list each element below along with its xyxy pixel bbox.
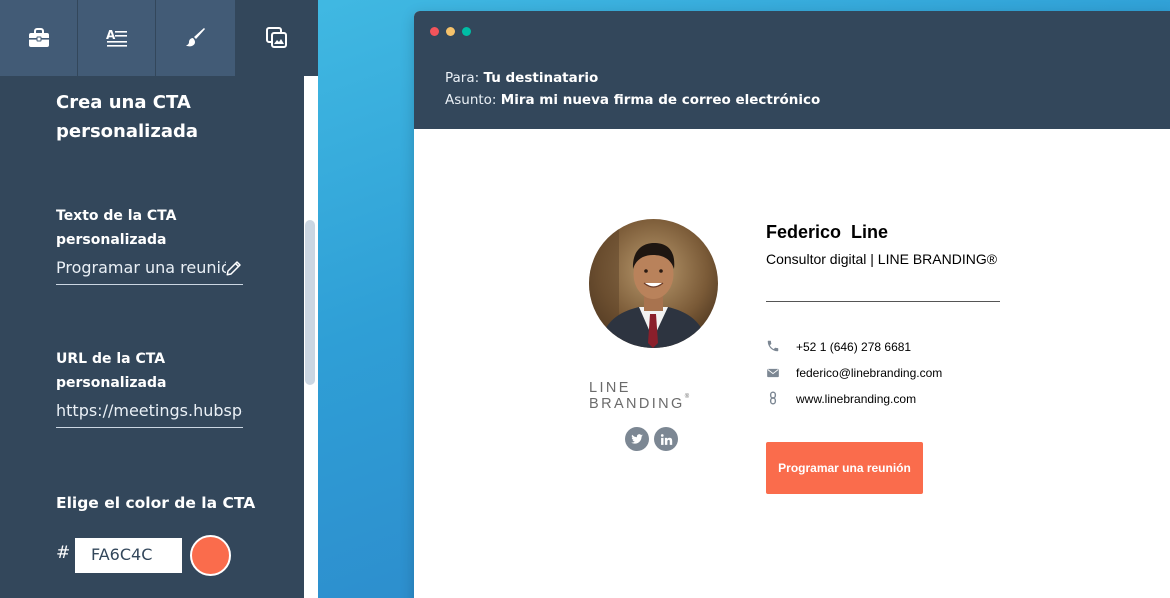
editor-toolbar: A (0, 0, 318, 76)
avatar (589, 219, 718, 348)
cta-text-label: Texto de la CTA personalizada (56, 208, 177, 248)
tab-text-format[interactable]: A (78, 0, 156, 76)
hash-symbol: # (56, 543, 71, 563)
twitter-link[interactable] (625, 427, 649, 451)
brand-logo: LINE BRANDING® (589, 380, 729, 412)
brand-logo-text: LINE BRANDING (589, 380, 685, 412)
twitter-icon (631, 434, 643, 444)
profile-photo (589, 219, 718, 348)
cta-color-label: Elige el color de la CTA (56, 494, 256, 512)
cta-text-input[interactable]: Programar una reunión (56, 253, 243, 285)
window-minimize-dot[interactable] (446, 27, 455, 36)
brand-logo-mark: ® (684, 394, 690, 400)
cta-color-swatch[interactable] (190, 535, 231, 576)
cta-color-hex-input[interactable]: FA6C4C (75, 538, 182, 573)
window-close-dot[interactable] (430, 27, 439, 36)
linkedin-link[interactable] (654, 427, 678, 451)
cta-url-value: https://meetings.hubspot (56, 401, 243, 420)
signature-role: Consultor digital | LINE BRANDING® (766, 251, 998, 267)
window-maximize-dot[interactable] (462, 27, 471, 36)
signature-website[interactable]: www.linebranding.com (796, 392, 916, 406)
recipient-line: Para: Tu destinatario (445, 70, 598, 86)
tab-cta[interactable] (236, 0, 318, 76)
cta-text-value: Programar una reunión (56, 258, 226, 277)
subject-line: Asunto: Mira mi nueva firma de correo el… (445, 92, 820, 108)
cta-url-label: URL de la CTA personalizada (56, 351, 167, 391)
signature-phone: +52 1 (646) 278 6681 (796, 340, 912, 354)
signature-email[interactable]: federico@linebranding.com (796, 366, 942, 380)
tab-design[interactable] (156, 0, 236, 76)
signature-name: Federico Line (766, 222, 888, 243)
linkedin-icon (660, 433, 672, 445)
copy-image-icon (266, 27, 287, 48)
cta-url-input[interactable]: https://meetings.hubspot (56, 396, 243, 428)
recipient-value: Tu destinatario (483, 70, 599, 86)
email-header: Para: Tu destinatario Asunto: Mira mi nu… (414, 11, 1170, 129)
brush-icon (185, 28, 205, 47)
section-title: Crea una CTA personalizada (56, 92, 199, 142)
subject-key: Asunto: (445, 92, 497, 108)
signature-divider (766, 301, 1000, 302)
signature-first-name: Federico (766, 222, 842, 242)
tab-briefcase[interactable] (0, 0, 78, 76)
phone-icon (767, 340, 779, 352)
svg-text:A: A (106, 28, 116, 42)
briefcase-icon (28, 28, 49, 47)
cta-button[interactable]: Programar una reunión (766, 442, 923, 494)
editor-panel: A Crea una CTA personalizada Texto de la… (0, 0, 318, 598)
signature-last-name: Line (851, 222, 889, 242)
pencil-icon[interactable] (225, 259, 243, 277)
text-format-icon: A (106, 28, 127, 47)
mail-icon (767, 368, 779, 378)
email-preview-window: Para: Tu destinatario Asunto: Mira mi nu… (414, 11, 1170, 598)
recipient-key: Para: (445, 70, 480, 86)
link-icon (769, 391, 777, 405)
subject-value: Mira mi nueva firma de correo electrónic… (500, 92, 821, 108)
scrollbar-thumb[interactable] (305, 220, 315, 385)
